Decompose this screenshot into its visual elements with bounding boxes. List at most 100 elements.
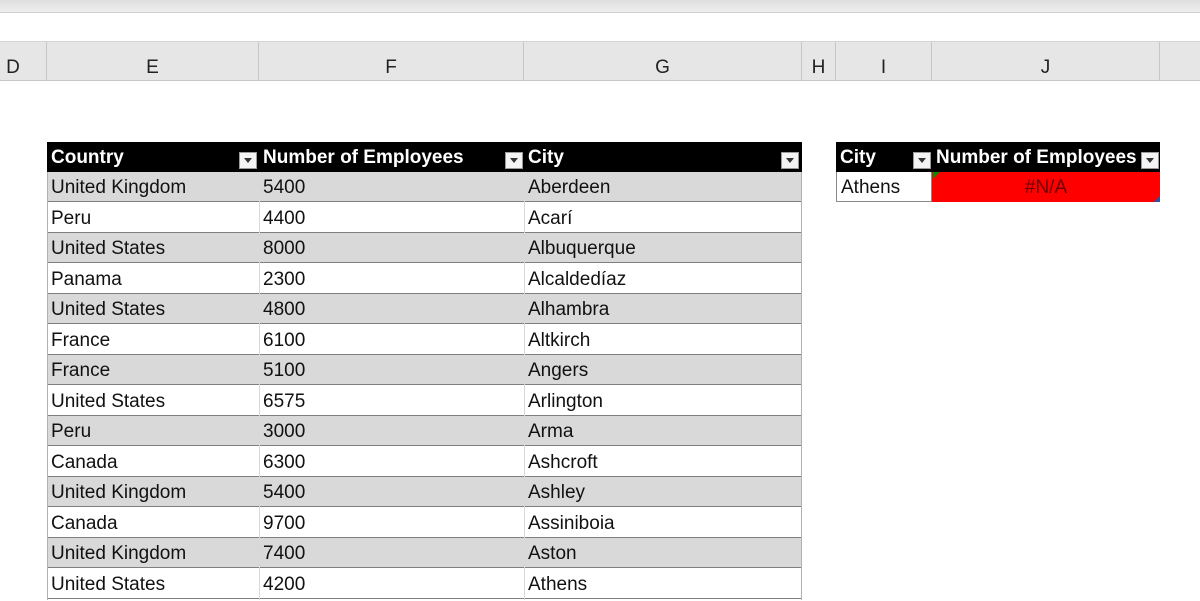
- column-header-d[interactable]: D: [0, 42, 47, 80]
- table-left-border: [47, 172, 48, 600]
- cell-number-of-employees[interactable]: 6575: [259, 386, 305, 416]
- cell-city[interactable]: Acarí: [524, 203, 572, 233]
- table-row[interactable]: United States 4800 Alhambra: [47, 294, 802, 324]
- cell-number-of-employees[interactable]: 4200: [259, 569, 305, 599]
- column-header-row: D E F G H I J: [0, 42, 1200, 81]
- table-row[interactable]: United Kingdom 5400 Ashley: [47, 477, 802, 507]
- column-header-j[interactable]: J: [932, 42, 1160, 80]
- cell-country[interactable]: United Kingdom: [47, 172, 186, 202]
- cell-number-of-employees[interactable]: 6300: [259, 447, 305, 477]
- header-label: Number of Employees: [263, 147, 464, 168]
- column-header-f[interactable]: F: [259, 42, 524, 80]
- cell-country[interactable]: Panama: [47, 264, 122, 294]
- table-row[interactable]: United States 8000 Albuquerque: [47, 233, 802, 263]
- cell-city[interactable]: Arma: [524, 416, 573, 446]
- ribbon-edge: [0, 0, 1200, 13]
- lookup-city-cell[interactable]: Athens: [836, 172, 932, 202]
- cell-country[interactable]: Peru: [47, 203, 91, 233]
- table-row[interactable]: Panama 2300 Alcaldedíaz: [47, 264, 802, 294]
- cell-number-of-employees[interactable]: 5100: [259, 355, 305, 385]
- header-number-of-employees: Number of Employees: [259, 142, 524, 172]
- lookup-header-number-of-employees: Number of Employees: [932, 142, 1160, 172]
- cell-country[interactable]: Peru: [47, 416, 91, 446]
- column-letter: J: [1040, 57, 1051, 78]
- filter-dropdown-icon[interactable]: [781, 152, 799, 169]
- cell-city[interactable]: Alcaldedíaz: [524, 264, 626, 294]
- header-label: Number of Employees: [936, 147, 1137, 168]
- cell-city[interactable]: Ashley: [524, 477, 585, 507]
- cell-number-of-employees[interactable]: 5400: [259, 477, 305, 507]
- cell-country[interactable]: France: [47, 325, 110, 355]
- filter-dropdown-icon[interactable]: [505, 152, 523, 169]
- cell-city[interactable]: Angers: [524, 355, 588, 385]
- cell-city[interactable]: Altkirch: [524, 325, 590, 355]
- cell-number-of-employees[interactable]: 7400: [259, 538, 305, 568]
- cell-country[interactable]: United Kingdom: [47, 477, 186, 507]
- cell-country[interactable]: Canada: [47, 447, 118, 477]
- column-header-g[interactable]: G: [524, 42, 802, 80]
- column-letter: F: [385, 57, 397, 78]
- table-header-row: Country Number of Employees City: [47, 142, 802, 172]
- table-row[interactable]: United Kingdom 7400 Aston: [47, 538, 802, 568]
- header-label: City: [840, 147, 876, 168]
- filter-dropdown-icon[interactable]: [239, 152, 257, 169]
- header-label: City: [528, 147, 564, 168]
- column-letter: H: [811, 57, 826, 78]
- filter-dropdown-icon[interactable]: [913, 152, 931, 169]
- column-header-e[interactable]: E: [47, 42, 259, 80]
- cell-country[interactable]: United Kingdom: [47, 538, 186, 568]
- table-row[interactable]: France 5100 Angers: [47, 355, 802, 385]
- cell-number-of-employees[interactable]: 4800: [259, 294, 305, 324]
- cell-number-of-employees[interactable]: 3000: [259, 416, 305, 446]
- cell-number-of-employees[interactable]: 6100: [259, 325, 305, 355]
- cell-number-of-employees[interactable]: 4400: [259, 203, 305, 233]
- cell-city[interactable]: Athens: [524, 569, 587, 599]
- error-indicator-icon: [933, 172, 940, 179]
- cell-country[interactable]: United States: [47, 386, 165, 416]
- column-letter: G: [655, 57, 670, 78]
- lookup-result-value: #N/A: [1024, 177, 1068, 198]
- cell-city[interactable]: Arlington: [524, 386, 603, 416]
- table-row[interactable]: France 6100 Altkirch: [47, 325, 802, 355]
- cell-city[interactable]: Ashcroft: [524, 447, 598, 477]
- column-divider: [524, 172, 525, 600]
- table-row[interactable]: Canada 9700 Assiniboia: [47, 508, 802, 538]
- table-resize-handle-icon[interactable]: [1154, 196, 1160, 202]
- cell-city[interactable]: Albuquerque: [524, 233, 636, 263]
- cell-country[interactable]: United States: [47, 569, 165, 599]
- cell-country[interactable]: United States: [47, 233, 165, 263]
- formula-bar-area[interactable]: [0, 13, 1200, 42]
- column-letter: I: [880, 57, 887, 78]
- cell-number-of-employees[interactable]: 5400: [259, 172, 305, 202]
- column-header-k[interactable]: [1160, 42, 1200, 80]
- cell-country[interactable]: United States: [47, 294, 165, 324]
- table-row[interactable]: Canada 6300 Ashcroft: [47, 447, 802, 477]
- table-row[interactable]: Peru 4400 Acarí: [47, 203, 802, 233]
- column-header-i[interactable]: I: [836, 42, 932, 80]
- cell-number-of-employees[interactable]: 8000: [259, 233, 305, 263]
- column-letter: E: [146, 57, 159, 78]
- header-country: Country: [47, 142, 259, 172]
- column-header-h[interactable]: H: [802, 42, 836, 80]
- cell-city[interactable]: Aston: [524, 538, 577, 568]
- cell-city[interactable]: Assiniboia: [524, 508, 615, 538]
- table-row[interactable]: United Kingdom 5400 Aberdeen: [47, 172, 802, 202]
- table-row[interactable]: United States 6575 Arlington: [47, 386, 802, 416]
- column-letter: D: [6, 57, 20, 78]
- table-right-border: [801, 172, 802, 600]
- cell-number-of-employees[interactable]: 9700: [259, 508, 305, 538]
- table-row[interactable]: Peru 3000 Arma: [47, 416, 802, 446]
- lookup-result-cell[interactable]: #N/A: [932, 172, 1160, 202]
- lookup-header-row: City Number of Employees: [836, 142, 1160, 172]
- header-city: City: [524, 142, 802, 172]
- table-row[interactable]: United States 4200 Athens: [47, 569, 802, 599]
- column-divider: [259, 172, 260, 600]
- cell-city[interactable]: Aberdeen: [524, 172, 610, 202]
- filter-dropdown-icon[interactable]: [1141, 152, 1159, 169]
- cell-city[interactable]: Alhambra: [524, 294, 609, 324]
- lookup-city-value: Athens: [841, 177, 901, 198]
- cell-country[interactable]: France: [47, 355, 110, 385]
- cell-number-of-employees[interactable]: 2300: [259, 264, 305, 294]
- header-label: Country: [51, 147, 124, 168]
- cell-country[interactable]: Canada: [47, 508, 118, 538]
